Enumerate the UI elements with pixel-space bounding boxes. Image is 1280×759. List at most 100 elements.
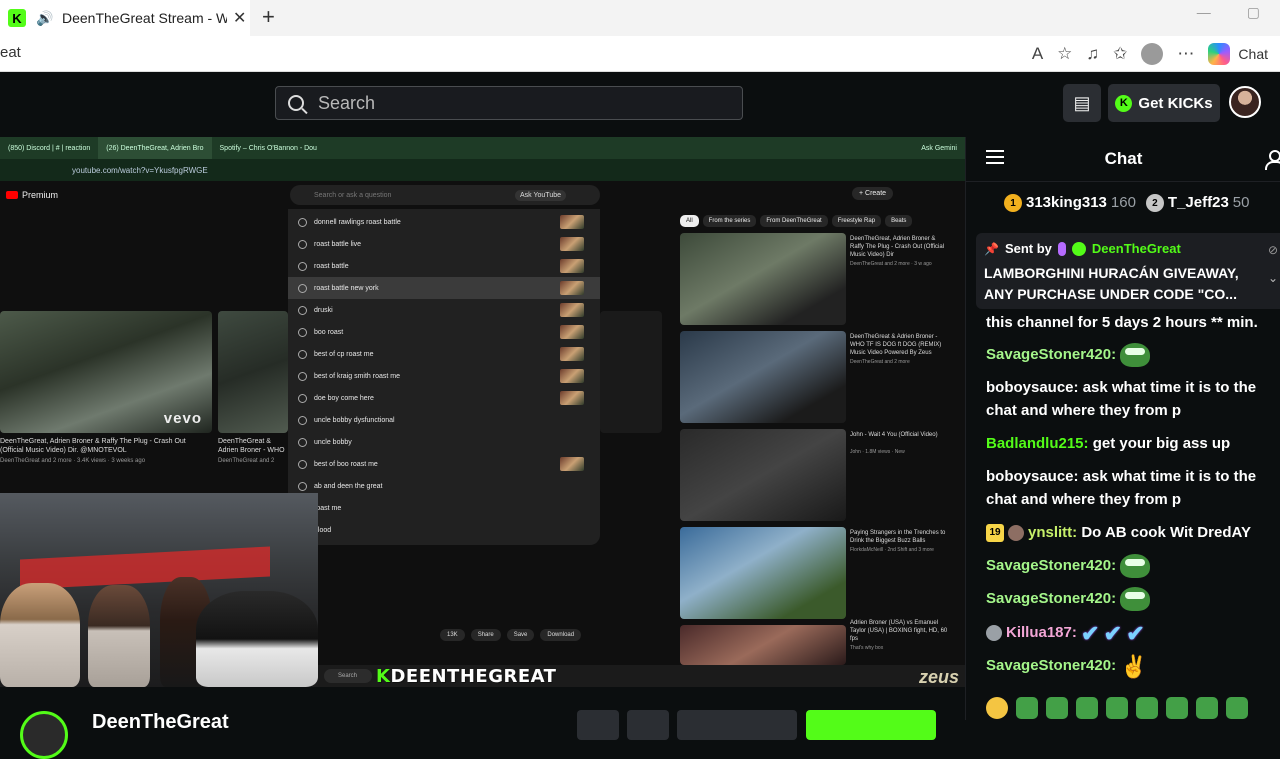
emote-icon[interactable] [1046,696,1068,719]
browser-tab-bar: K 🔊 DeenTheGreat Stream - Watch ✕ + — ▢ [0,0,1280,36]
youtube-filter-chips: All From the series From DeenTheGreat Fr… [680,215,913,227]
pinned-text: LAMBORGHINI HURACÁN GIVEAWAY, ANY PURCHAS… [984,263,1256,305]
leaderboard-count: 50 [1232,193,1250,211]
ask-youtube-label: Ask YouTube [515,189,566,201]
copilot-chat-button[interactable]: Chat [1208,43,1268,65]
chat-username[interactable]: boboysauce: [986,468,1079,485]
chat-header: Chat [966,137,1280,182]
favorite-star-icon[interactable]: ☆ [1057,44,1072,64]
chat-username[interactable]: boboysauce: [986,379,1079,396]
suggestion-item: roast battle [288,255,600,277]
get-kicks-button[interactable]: K Get KICKs [1108,84,1220,122]
url-field[interactable]: eat [0,44,21,61]
chat-username[interactable]: SavageStoner420: [986,590,1116,607]
chat-message: SavageStoner420: [986,554,1276,579]
history-icon [298,305,307,315]
chat-message: boboysauce: ask what time it is to the c… [986,376,1276,422]
pinned-message[interactable]: 📌 Sent by DeenTheGreat LAMBORGHINI HURAC… [976,233,1280,309]
dark-video-frame [600,311,662,433]
more-options-icon[interactable]: ⋯ [1177,44,1194,64]
youtube-suggestions-dropdown: donnell rawlings roast battle roast batt… [288,209,600,545]
channel-name[interactable]: DeenTheGreat [92,711,229,734]
emote-icon[interactable] [1136,696,1158,719]
suggestion-item: uncle bobby [288,431,600,453]
history-icon [298,349,307,359]
emote-icon[interactable] [1196,696,1218,719]
user-badge-icon [1008,525,1024,542]
pepe-emote-icon [1120,343,1151,368]
video-player[interactable]: (850) Discord | # | reaction (26) DeenTh… [0,137,965,687]
suggestion-item: boo roast [288,321,600,343]
minimize-icon[interactable]: — [1197,4,1211,21]
browser-tab-active[interactable]: K 🔊 DeenTheGreat Stream - Watch ✕ [0,0,250,36]
share-label: Share [470,629,501,641]
chat-username[interactable]: Badlandlu215: [986,435,1089,452]
chat-message: boboysauce: ask what time it is to the c… [986,465,1276,511]
suggestion-text: ab and deen the great [314,482,383,490]
chat-username[interactable]: ynslitt: [1028,524,1077,541]
chat-users-icon[interactable] [1265,150,1280,170]
leaderboard-entry[interactable]: 1 313king313 160 [1004,193,1136,213]
address-bar: eat A ☆ ♫ ✩ ⋯ Chat [0,36,1280,72]
unpin-icon[interactable]: ⊘ [1268,243,1278,257]
favorites-icon[interactable]: ✩ [1113,44,1127,64]
expand-chevron-icon[interactable]: ⌄ [1268,271,1278,285]
history-icon [298,239,307,249]
emote-icon[interactable] [1226,696,1248,719]
speaker-icon[interactable]: 🔊 [36,9,54,27]
zeus-logo: zeus [918,667,959,687]
leaderboard-entry[interactable]: 2 T_Jeff23 50 [1145,193,1250,213]
chat-message: SavageStoner420: ✌ [986,654,1276,678]
suggestion-item: best of boo roast me [288,453,600,475]
youtube-topbar: Premium Search or ask a question Ask You… [0,181,965,209]
suggestion-text: roast battle [314,262,349,270]
main-video-frame: vevo [0,311,212,433]
collapse-chat-icon[interactable] [986,150,1004,166]
dashboard-button[interactable]: ▤ [1063,84,1101,122]
maximize-icon[interactable]: ▢ [1247,4,1260,21]
share-button[interactable] [627,710,669,740]
media-control-icon[interactable]: ♫ [1086,44,1099,64]
read-aloud-icon[interactable]: A [1032,44,1043,64]
message-text: this channel for 5 days 2 hours ** min. [986,314,1258,331]
emote-icon[interactable] [1166,696,1188,719]
subscriber-badge-icon: 19 [986,524,1004,543]
chat-username[interactable]: SavageStoner420: [986,346,1116,363]
chat-message: Badlandlu215: get your big ass up [986,432,1276,455]
search-input[interactable]: Search [275,86,743,120]
side-video-thumbnail [680,331,846,423]
user-avatar[interactable] [1229,86,1261,118]
profile-icon[interactable] [1141,43,1164,65]
emote-icon[interactable] [1106,696,1128,719]
follow-button[interactable] [806,710,936,740]
suggestion-item: donnell rawlings roast battle [288,211,600,233]
close-tab-icon[interactable]: ✕ [233,8,246,28]
suggestion-thumbnail [560,325,584,339]
chat-username[interactable]: SavageStoner420: [986,657,1116,674]
youtube-search-placeholder: Search or ask a question [314,191,392,199]
gift-leaderboard: 1 313king313 160 2 T_Jeff23 50 [966,189,1280,217]
chat-username[interactable]: SavageStoner420: [986,557,1116,574]
chat-username[interactable]: Killua187: [1006,624,1077,641]
chip: From DeenTheGreat [760,215,828,227]
suggestion-thumbnail [560,457,584,471]
window-controls: — ▢ [1197,4,1260,21]
video-action-bar: 13K Share Save Download [440,629,582,641]
leaderboard-user: 313king313 [1026,193,1107,211]
notification-button[interactable] [577,710,619,740]
gift-subs-button[interactable] [677,710,797,740]
webcam-person [88,585,150,687]
webcam-person [0,583,80,687]
side-video-title: John - Wait 4 You (Official Video) [850,432,938,438]
emote-icon[interactable] [1076,696,1098,719]
suggestion-thumbnail [560,391,584,405]
kicks-coin-icon: K [1115,94,1133,112]
suggestion-text: uncle bobby dysfunctional [314,416,395,424]
suggestion-text: best of cp roast me [314,350,374,358]
emote-icon[interactable] [986,696,1008,719]
new-tab-button[interactable]: + [262,4,275,30]
second-video-meta: DeenTheGreat and 2 more · 1.4M views [218,458,275,464]
side-video-meta: DeenTheGreat and 2 more [850,359,910,365]
emote-icon[interactable] [1016,696,1038,719]
channel-avatar[interactable] [20,711,68,759]
